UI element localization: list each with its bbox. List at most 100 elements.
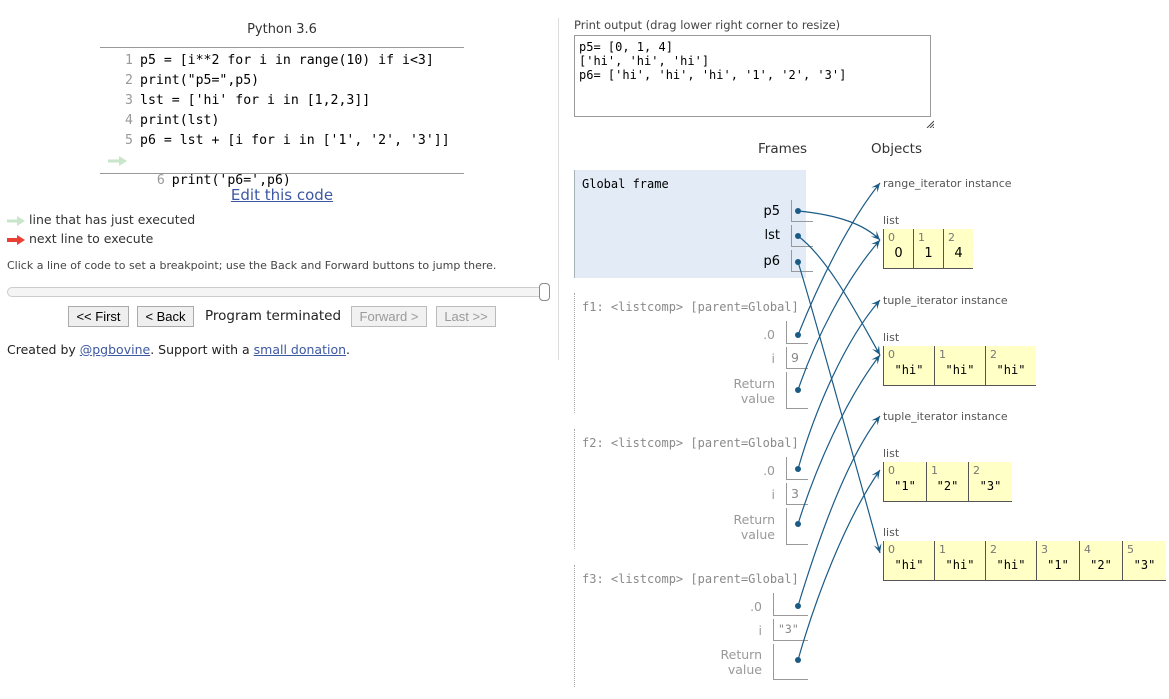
line-number: 5 <box>125 133 133 148</box>
frame-f3: f3: <listcomp> [parent=Global] .0 i "3" … <box>574 565 808 687</box>
list-cell: 1 "hi" <box>935 346 986 385</box>
line-number: 1 <box>125 53 133 68</box>
code-text: lst = ['hi' for i in [1,2,3]] <box>140 93 371 108</box>
var-name-dot0: .0 <box>750 599 762 614</box>
status-text: Program terminated <box>205 308 342 324</box>
tuple-iterator-object: tuple_iterator instance <box>883 410 1008 423</box>
arrowhead-icon <box>871 355 880 365</box>
frames-header: Frames <box>758 141 808 157</box>
arrowhead-icon <box>871 416 880 426</box>
var-value-i: "3" <box>773 619 808 641</box>
list-label: list <box>883 447 900 460</box>
credit-suffix: . <box>346 342 351 357</box>
var-name-dot0: .0 <box>763 327 775 342</box>
list-cell: 2 "hi" <box>990 348 1026 377</box>
code-line-6[interactable]: 6 print('p6=',p6) <box>100 151 464 188</box>
var-name-p6: p6 <box>763 254 780 269</box>
var-value-return <box>786 372 808 409</box>
list-cell: 0 "1" <box>884 462 927 501</box>
arrowhead-icon <box>870 230 880 240</box>
tuple-iterator-object: tuple_iterator instance <box>883 294 1008 307</box>
frame-title: f2: <listcomp> [parent=Global] <box>582 436 799 450</box>
list-123: 0 "1" 1 "2" 2 "3" <box>883 462 1012 502</box>
code-line-5[interactable]: 5 p6 = lst + [i for i in ['1', '2', '3']] <box>100 131 464 151</box>
var-name-return: Return value <box>733 512 775 542</box>
pane-divider <box>558 18 559 360</box>
code-line-2[interactable]: 2 print("p5=",p5) <box>100 71 464 91</box>
edit-code-link[interactable]: Edit this code <box>100 186 464 204</box>
var-value-p6 <box>791 250 813 272</box>
list-cell: 5 "3" <box>1127 543 1156 572</box>
list-p5: 00 11 24 <box>883 229 973 269</box>
credit-line: Created by @pgbovine. Support with a sma… <box>7 342 350 357</box>
line-number: 3 <box>125 93 133 108</box>
var-name-i: i <box>758 623 762 638</box>
arrowhead-icon <box>871 183 880 193</box>
list-cell: 1 "2" <box>927 462 969 501</box>
code-line-4[interactable]: 4 print(lst) <box>100 111 464 131</box>
legend-next-text: next line to execute <box>29 231 154 246</box>
resize-grip-icon[interactable] <box>926 120 934 128</box>
frame-title: f1: <listcomp> [parent=Global] <box>582 300 799 314</box>
var-value-dot0 <box>786 457 808 480</box>
arrowhead-icon <box>872 345 880 355</box>
var-value-i: 9 <box>786 347 808 369</box>
legend-next: next line to execute <box>7 230 153 248</box>
donation-link[interactable]: small donation <box>254 342 346 357</box>
list-cell: 1 "hi" <box>935 541 986 580</box>
line-number: 4 <box>125 113 133 128</box>
list-cell: 24 <box>948 231 963 261</box>
code-line-1[interactable]: 1 p5 = [i**2 for i in range(10) if i<3] <box>100 51 464 71</box>
var-name-return: Return value <box>733 376 775 406</box>
list-cell: 00 <box>884 229 914 268</box>
back-button[interactable]: < Back <box>137 306 194 327</box>
first-button[interactable]: << First <box>68 306 129 327</box>
var-name-i: i <box>771 351 775 366</box>
var-value-dot0 <box>773 593 808 616</box>
var-name-dot0: .0 <box>763 463 775 478</box>
arrowhead-icon <box>871 470 880 480</box>
var-name-p5: p5 <box>763 204 780 219</box>
list-label: list <box>883 214 900 227</box>
credit-prefix: Created by <box>7 342 80 357</box>
list-cell: 2 "3" <box>973 464 1002 493</box>
executed-arrow-icon <box>7 215 25 226</box>
print-output[interactable]: p5= [0, 1, 4] ['hi', 'hi', 'hi'] p6= ['h… <box>574 35 931 117</box>
global-frame: Global frame p5 lst p6 <box>574 170 813 278</box>
list-cell: 4 "2" <box>1080 541 1123 580</box>
i-value: 9 <box>791 350 799 365</box>
last-button[interactable]: Last >> <box>436 306 496 327</box>
i-value: 3 <box>791 486 799 501</box>
arrowhead-icon <box>871 300 880 310</box>
author-link[interactable]: @pgbovine <box>80 342 150 357</box>
frame-f1: f1: <listcomp> [parent=Global] .0 i 9 Re… <box>574 293 808 413</box>
code-line-3[interactable]: 3 lst = ['hi' for i in [1,2,3]] <box>100 91 464 111</box>
var-value-lst <box>791 225 813 247</box>
code-text: p6 = lst + [i for i in ['1', '2', '3']] <box>140 133 450 148</box>
navigation-controls: << First < Back Program terminated Forwa… <box>0 306 560 328</box>
arrowhead-icon <box>873 543 882 553</box>
line-number: 2 <box>125 73 133 88</box>
var-value-p5 <box>791 200 813 222</box>
range-iterator-object: range_iterator instance <box>883 177 1012 190</box>
code-text: p5 = [i**2 for i in range(10) if i<3] <box>140 53 434 68</box>
legend-executed-text: line that has just executed <box>29 212 196 227</box>
breakpoint-hint: Click a line of code to set a breakpoint… <box>7 259 497 272</box>
frame-title: f3: <listcomp> [parent=Global] <box>582 572 799 586</box>
forward-button[interactable]: Forward > <box>351 306 427 327</box>
execution-slider[interactable] <box>7 283 550 301</box>
language-label: Python 3.6 <box>247 22 317 37</box>
print-output-label: Print output (drag lower right corner to… <box>574 18 841 32</box>
list-cell: 0 "hi" <box>884 346 935 385</box>
list-cell: 2 "hi" <box>986 541 1037 580</box>
var-name-i: i <box>771 487 775 502</box>
slider-handle[interactable] <box>539 283 550 301</box>
var-value-i: 3 <box>786 483 808 505</box>
list-label: list <box>883 526 900 539</box>
list-cell: 0 "hi" <box>884 541 935 580</box>
frame-title: Global frame <box>582 177 669 191</box>
legend-executed: line that has just executed <box>7 211 195 229</box>
var-value-return <box>773 644 808 680</box>
frame-f2: f2: <listcomp> [parent=Global] .0 i 3 Re… <box>574 429 808 549</box>
code-editor: 1 p5 = [i**2 for i in range(10) if i<3] 2… <box>100 47 464 188</box>
